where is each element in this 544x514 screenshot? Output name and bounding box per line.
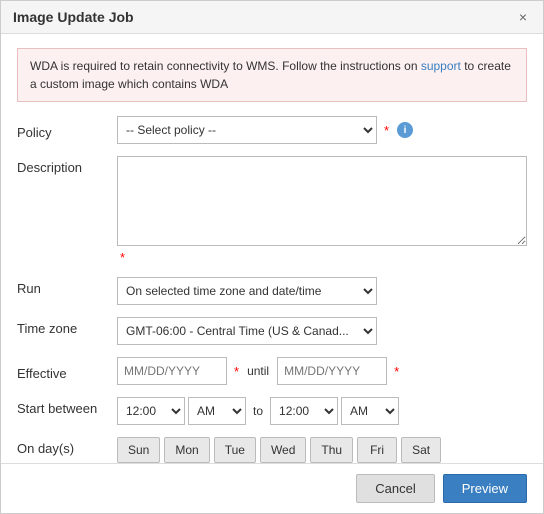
run-row: Run On selected time zone and date/time (17, 277, 527, 305)
policy-label: Policy (17, 121, 117, 140)
day-tue-button[interactable]: Tue (214, 437, 256, 463)
day-sun-button[interactable]: Sun (117, 437, 160, 463)
description-required-star: * (120, 250, 125, 265)
dialog-header: Image Update Job × (1, 1, 543, 34)
timezone-select[interactable]: GMT-06:00 - Central Time (US & Canad... (117, 317, 377, 345)
description-control-wrap: * (117, 156, 527, 265)
start-between-label: Start between (17, 397, 117, 416)
description-label: Description (17, 156, 117, 175)
ampm2-select[interactable]: AM (341, 397, 399, 425)
effective-start-required: * (234, 364, 239, 379)
day-sat-button[interactable]: Sat (401, 437, 441, 463)
effective-label: Effective (17, 362, 117, 381)
day-thu-button[interactable]: Thu (310, 437, 353, 463)
ampm1-select[interactable]: AM (188, 397, 246, 425)
time-group-2: 12:00 AM (270, 397, 399, 425)
description-textarea[interactable] (117, 156, 527, 246)
policy-control-wrap: -- Select policy -- * i (117, 116, 527, 144)
info-icon[interactable]: i (397, 122, 413, 138)
dialog-title: Image Update Job (13, 9, 134, 25)
effective-row: Effective * until * (17, 357, 527, 385)
alert-text-part1: WDA is required to retain connectivity t… (30, 59, 421, 73)
days-control-wrap: Sun Mon Tue Wed Thu Fri Sat (117, 437, 527, 463)
close-button[interactable]: × (515, 9, 531, 25)
start-between-row: Start between 12:00 AM to 12:00 A (17, 397, 527, 425)
timezone-control-wrap: GMT-06:00 - Central Time (US & Canad... (117, 317, 527, 345)
day-mon-button[interactable]: Mon (164, 437, 209, 463)
on-days-label: On day(s) (17, 437, 117, 456)
dialog-footer: Cancel Preview (1, 463, 543, 513)
to-label: to (253, 404, 263, 418)
preview-button[interactable]: Preview (443, 474, 527, 503)
time2-select[interactable]: 12:00 (270, 397, 338, 425)
policy-select[interactable]: -- Select policy -- (117, 116, 377, 144)
run-control-wrap: On selected time zone and date/time (117, 277, 527, 305)
run-label: Run (17, 277, 117, 296)
start-between-control-wrap: 12:00 AM to 12:00 AM (117, 397, 527, 425)
on-days-row: On day(s) Sun Mon Tue Wed Thu Fri Sat (17, 437, 527, 463)
effective-end-input[interactable] (277, 357, 387, 385)
until-label: until (247, 364, 269, 378)
run-select[interactable]: On selected time zone and date/time (117, 277, 377, 305)
effective-end-required: * (394, 364, 399, 379)
support-link[interactable]: support (421, 59, 461, 73)
policy-row: Policy -- Select policy -- * i (17, 116, 527, 144)
time-group-1: 12:00 AM (117, 397, 246, 425)
days-row: Sun Mon Tue Wed Thu Fri Sat (117, 437, 441, 463)
dialog-body: WDA is required to retain connectivity t… (1, 34, 543, 489)
effective-start-input[interactable] (117, 357, 227, 385)
timezone-row: Time zone GMT-06:00 - Central Time (US &… (17, 317, 527, 345)
timezone-label: Time zone (17, 317, 117, 336)
effective-control-wrap: * until * (117, 357, 527, 385)
day-wed-button[interactable]: Wed (260, 437, 306, 463)
time1-select[interactable]: 12:00 (117, 397, 185, 425)
image-update-job-dialog: Image Update Job × WDA is required to re… (0, 0, 544, 514)
policy-required-star: * (384, 123, 389, 138)
description-row: Description * (17, 156, 527, 265)
alert-box: WDA is required to retain connectivity t… (17, 48, 527, 102)
day-fri-button[interactable]: Fri (357, 437, 397, 463)
cancel-button[interactable]: Cancel (356, 474, 434, 503)
